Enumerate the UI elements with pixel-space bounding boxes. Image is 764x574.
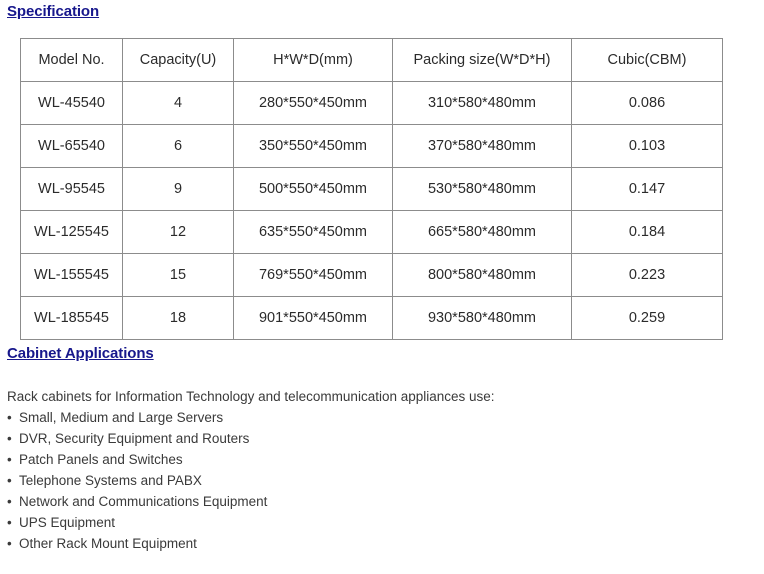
list-item-label: Small, Medium and Large Servers (19, 410, 224, 425)
cell-cubic: 0.223 (571, 253, 723, 297)
table-row: WL-65540 6 350*550*450mm 370*580*480mm 0… (20, 124, 723, 168)
specification-heading: Specification (7, 3, 100, 20)
list-item: • Patch Panels and Switches (7, 449, 747, 470)
cell-model-no: WL-185545 (20, 296, 123, 340)
cell-packing-size: 930*580*480mm (392, 296, 572, 340)
cell-dimensions: 280*550*450mm (233, 81, 393, 125)
specification-heading-container: Specification (7, 3, 99, 21)
list-item: • DVR, Security Equipment and Routers (7, 428, 747, 449)
cell-dimensions: 500*550*450mm (233, 167, 393, 211)
cell-capacity: 12 (122, 210, 234, 254)
table-row: WL-125545 12 635*550*450mm 665*580*480mm… (20, 210, 723, 254)
list-item: • Other Rack Mount Equipment (7, 533, 747, 554)
cell-cubic: 0.184 (571, 210, 723, 254)
cell-cubic: 0.086 (571, 81, 723, 125)
cell-packing-size: 665*580*480mm (392, 210, 572, 254)
column-header-cubic: Cubic(CBM) (571, 38, 723, 82)
list-item: • Small, Medium and Large Servers (7, 407, 747, 428)
table-body: WL-45540 4 280*550*450mm 310*580*480mm 0… (20, 81, 723, 340)
product-spec-page: Specification Model No. Capacity(U) H*W*… (0, 0, 764, 574)
applications-list: • Small, Medium and Large Servers • DVR,… (7, 407, 747, 554)
list-item-label: Other Rack Mount Equipment (19, 536, 197, 551)
column-header-capacity: Capacity(U) (122, 38, 234, 82)
specification-table-container: Model No. Capacity(U) H*W*D(mm) Packing … (20, 38, 723, 340)
cell-model-no: WL-45540 (20, 81, 123, 125)
bullet-icon: • (7, 494, 12, 509)
cell-capacity: 15 (122, 253, 234, 297)
list-item: • Network and Communications Equipment (7, 491, 747, 512)
table-header-row: Model No. Capacity(U) H*W*D(mm) Packing … (20, 38, 723, 82)
cell-capacity: 9 (122, 167, 234, 211)
cell-capacity: 6 (122, 124, 234, 168)
table-row: WL-45540 4 280*550*450mm 310*580*480mm 0… (20, 81, 723, 125)
bullet-icon: • (7, 536, 12, 551)
cell-packing-size: 800*580*480mm (392, 253, 572, 297)
cell-packing-size: 370*580*480mm (392, 124, 572, 168)
list-item-label: Telephone Systems and PABX (19, 473, 202, 488)
list-item-label: Patch Panels and Switches (19, 452, 183, 467)
column-header-model-no: Model No. (20, 38, 123, 82)
applications-body: Rack cabinets for Information Technology… (7, 386, 747, 554)
cell-dimensions: 901*550*450mm (233, 296, 393, 340)
cell-dimensions: 635*550*450mm (233, 210, 393, 254)
list-item-label: UPS Equipment (19, 515, 116, 530)
table-row: WL-185545 18 901*550*450mm 930*580*480mm… (20, 296, 723, 340)
bullet-icon: • (7, 515, 12, 530)
cell-cubic: 0.259 (571, 296, 723, 340)
applications-intro-text: Rack cabinets for Information Technology… (7, 389, 495, 404)
cell-model-no: WL-65540 (20, 124, 123, 168)
list-item: • UPS Equipment (7, 512, 747, 533)
cell-dimensions: 350*550*450mm (233, 124, 393, 168)
specification-table: Model No. Capacity(U) H*W*D(mm) Packing … (20, 38, 723, 340)
list-item: • Telephone Systems and PABX (7, 470, 747, 491)
bullet-icon: • (7, 431, 12, 446)
bullet-icon: • (7, 410, 12, 425)
cell-packing-size: 310*580*480mm (392, 81, 572, 125)
cell-packing-size: 530*580*480mm (392, 167, 572, 211)
bullet-icon: • (7, 473, 12, 488)
cell-model-no: WL-95545 (20, 167, 123, 211)
cell-model-no: WL-125545 (20, 210, 123, 254)
cell-cubic: 0.147 (571, 167, 723, 211)
applications-heading-container: Cabinet Applications (7, 345, 154, 363)
cell-capacity: 18 (122, 296, 234, 340)
cell-model-no: WL-155545 (20, 253, 123, 297)
table-row: WL-155545 15 769*550*450mm 800*580*480mm… (20, 253, 723, 297)
column-header-packing-size: Packing size(W*D*H) (392, 38, 572, 82)
cell-capacity: 4 (122, 81, 234, 125)
cell-cubic: 0.103 (571, 124, 723, 168)
cell-dimensions: 769*550*450mm (233, 253, 393, 297)
table-row: WL-95545 9 500*550*450mm 530*580*480mm 0… (20, 167, 723, 211)
table-header: Model No. Capacity(U) H*W*D(mm) Packing … (20, 38, 723, 82)
column-header-dimensions: H*W*D(mm) (233, 38, 393, 82)
bullet-icon: • (7, 452, 12, 467)
list-item-label: Network and Communications Equipment (19, 494, 268, 509)
applications-heading: Cabinet Applications (7, 345, 154, 362)
list-item-label: DVR, Security Equipment and Routers (19, 431, 250, 446)
